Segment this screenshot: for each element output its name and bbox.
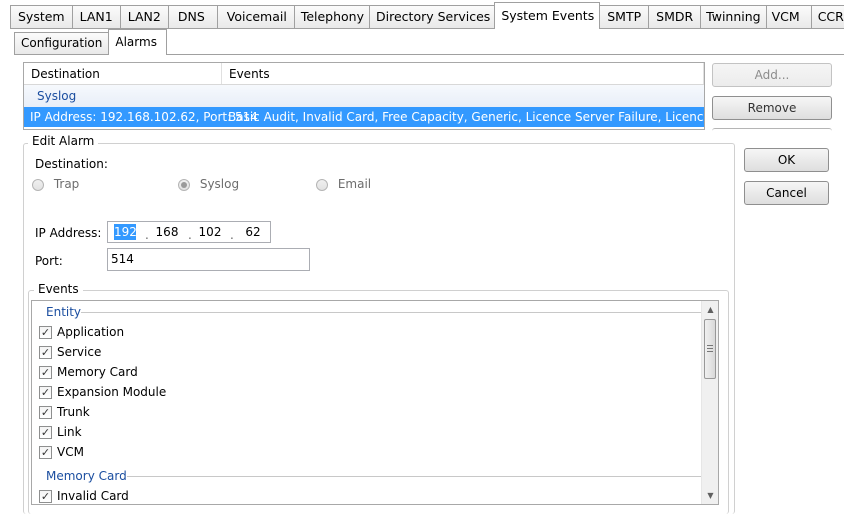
port-label: Port: [35, 254, 63, 268]
destination-label: Destination: [35, 157, 108, 171]
checkbox-memory-card[interactable]: ✓ [39, 365, 52, 379]
ip-dot-1: . [145, 228, 149, 242]
event-item-trunk[interactable]: ✓ Trunk [32, 402, 718, 422]
tab-directory-services[interactable]: Directory Services [369, 5, 496, 29]
event-label: Trunk [57, 405, 90, 419]
checkbox-trunk[interactable]: ✓ [39, 405, 52, 419]
group-divider [81, 312, 702, 313]
scroll-down-arrow-icon[interactable]: ▼ [702, 487, 718, 504]
tab-smdr[interactable]: SMDR [648, 5, 702, 29]
checkbox-link[interactable]: ✓ [39, 425, 52, 439]
tab-dns[interactable]: DNS [167, 5, 218, 29]
event-label: Application [57, 325, 125, 339]
tab-twinning[interactable]: Twinning [700, 5, 767, 29]
radio-syslog-circle [178, 178, 190, 191]
checkbox-invalid-card[interactable]: ✓ [39, 489, 52, 503]
event-label: Memory Card [57, 365, 138, 379]
row-destination: IP Address: 192.168.102.62, Port: 514 [30, 110, 258, 124]
tab-lan1[interactable]: LAN1 [71, 5, 121, 29]
event-item-expansion-module[interactable]: ✓ Expansion Module [32, 382, 718, 402]
event-group-memory-card: Memory Card [32, 466, 718, 486]
event-item-service[interactable]: ✓ Service [32, 342, 718, 362]
ip-octet-1[interactable]: 192 [114, 224, 137, 240]
cancel-button[interactable]: Cancel [744, 181, 829, 205]
radio-trap[interactable]: Trap [32, 177, 79, 191]
event-label: Service [57, 345, 102, 359]
port-input[interactable]: 514 [107, 248, 310, 271]
event-label: VCM [57, 445, 84, 459]
event-group-entity: Entity [32, 302, 718, 322]
edit-alarm-title: Edit Alarm [28, 134, 99, 148]
row-events: Basic Audit, Invalid Card, Free Capacity… [228, 110, 704, 124]
ip-octet-3[interactable]: 102 [197, 224, 223, 240]
ok-button[interactable]: OK [744, 148, 829, 172]
tab-system-events[interactable]: System Events [494, 2, 601, 29]
checkbox-expansion-module[interactable]: ✓ [39, 385, 52, 399]
event-item-memory-card[interactable]: ✓ Memory Card [32, 362, 718, 382]
event-label: Invalid Card [57, 489, 129, 503]
events-title: Events [34, 282, 83, 296]
event-item-application[interactable]: ✓ Application [32, 322, 718, 342]
checkbox-application[interactable]: ✓ [39, 325, 52, 339]
radio-email-label: Email [337, 177, 372, 191]
event-item-link[interactable]: ✓ Link [32, 422, 718, 442]
radio-email-circle [316, 178, 328, 191]
add-button[interactable]: Add... [712, 63, 832, 87]
radio-trap-label: Trap [53, 177, 80, 191]
tab-system[interactable]: System [10, 5, 73, 29]
event-item-vcm[interactable]: ✓ VCM [32, 442, 718, 462]
subtab-alarms[interactable]: Alarms [108, 29, 167, 55]
event-label: Expansion Module [57, 385, 167, 399]
group-divider [127, 476, 702, 477]
ip-dot-2: . [188, 228, 192, 242]
radio-syslog[interactable]: Syslog [178, 177, 239, 191]
tab-telephony[interactable]: Telephony [293, 5, 371, 29]
radio-syslog-label: Syslog [199, 177, 240, 191]
radio-email[interactable]: Email [316, 177, 371, 191]
event-group-entity-label: Entity [46, 305, 82, 319]
tab-voicemail[interactable]: Voicemail [216, 5, 295, 29]
top-tab-bar: System LAN1 LAN2 DNS Voicemail Telephony… [10, 2, 844, 29]
alarm-group-header: Syslog [24, 85, 704, 107]
ip-dot-3: . [230, 228, 234, 242]
tab-vcm[interactable]: VCM [765, 5, 812, 29]
event-item-invalid-card[interactable]: ✓ Invalid Card [32, 486, 718, 504]
tab-ccr[interactable]: CCR [810, 5, 844, 29]
sub-tab-bar: Configuration Alarms [14, 29, 167, 55]
events-scrollbar[interactable]: ▲ ▼ [701, 301, 718, 504]
scroll-up-arrow-icon[interactable]: ▲ [702, 301, 718, 318]
alarm-list-row[interactable]: IP Address: 192.168.102.62, Port: 514 Ba… [24, 107, 704, 127]
radio-trap-circle [32, 178, 44, 191]
column-header-destination[interactable]: Destination [24, 63, 222, 84]
ip-address-label: IP Address: [35, 226, 102, 240]
checkbox-service[interactable]: ✓ [39, 345, 52, 359]
events-list: Entity ✓ Application ✓ Service ✓ Memory … [31, 300, 719, 505]
event-label: Link [57, 425, 82, 439]
tab-smtp[interactable]: SMTP [599, 5, 650, 29]
ip-octet-2[interactable]: 168 [154, 224, 180, 240]
subtab-configuration[interactable]: Configuration [14, 32, 110, 55]
alarm-list-header: Destination Events [24, 63, 704, 85]
ip-octet-4[interactable]: 62 [240, 224, 266, 240]
tab-lan2[interactable]: LAN2 [119, 5, 169, 29]
scrollbar-thumb[interactable] [704, 319, 716, 379]
ip-address-input[interactable]: 192 . 168 . 102 . 62 [107, 221, 271, 243]
column-header-events[interactable]: Events [222, 63, 704, 84]
remove-button[interactable]: Remove [712, 96, 832, 120]
hidden-button-edge [712, 128, 832, 131]
event-group-memory-card-label: Memory Card [46, 469, 127, 483]
alarm-list: Destination Events Syslog IP Address: 19… [23, 62, 705, 130]
checkbox-vcm[interactable]: ✓ [39, 445, 52, 459]
